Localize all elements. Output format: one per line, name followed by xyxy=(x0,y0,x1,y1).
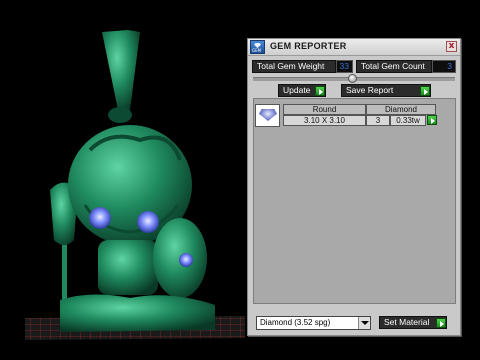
material-header: Diamond xyxy=(366,104,436,115)
gem-reporter-panel: GEM GEM REPORTER x Total Gem Weight 33 T… xyxy=(247,38,461,336)
green-arrow-icon xyxy=(420,86,430,96)
total-gem-count-value: 3 xyxy=(432,60,456,73)
green-arrow-icon xyxy=(436,318,446,328)
gem-app-icon: GEM xyxy=(250,40,265,54)
app-icon-caption: GEM xyxy=(252,48,262,53)
set-material-label: Set Material xyxy=(384,317,430,327)
save-report-button[interactable]: Save Report xyxy=(341,84,431,97)
material-dropdown[interactable]: Diamond (3.52 spg) xyxy=(256,316,371,330)
update-button[interactable]: Update xyxy=(278,84,326,97)
title-bar[interactable]: GEM GEM REPORTER x xyxy=(248,39,460,56)
gem-eye-right xyxy=(137,211,159,233)
total-gem-weight-value: 33 xyxy=(336,60,353,73)
panel-title: GEM REPORTER xyxy=(270,41,347,51)
gem-size: 3.10 X 3.10 xyxy=(283,115,366,126)
gem-count: 3 xyxy=(366,115,390,126)
slider-thumb[interactable] xyxy=(348,74,357,83)
update-label: Update xyxy=(283,85,311,95)
total-gem-count-label: Total Gem Count xyxy=(356,60,432,73)
shape-header: Round xyxy=(283,104,366,115)
gem-list[interactable]: Round Diamond 3.10 X 3.10 3 0.33tw xyxy=(253,98,456,304)
gem-shield xyxy=(179,253,193,267)
close-icon[interactable]: x xyxy=(446,41,457,52)
list-item[interactable]: Round Diamond 3.10 X 3.10 3 0.33tw xyxy=(255,103,440,129)
chevron-down-icon[interactable] xyxy=(358,317,370,329)
total-gem-weight-label: Total Gem Weight xyxy=(252,60,336,73)
set-material-button[interactable]: Set Material xyxy=(379,316,447,329)
green-arrow-icon[interactable] xyxy=(427,115,437,125)
save-report-label: Save Report xyxy=(346,85,394,95)
gem-weight: 0.33tw xyxy=(390,115,426,126)
green-arrow-icon xyxy=(315,86,325,96)
material-selected-value: Diamond (3.52 spg) xyxy=(260,318,331,327)
gem-eye-left xyxy=(89,207,111,229)
round-diamond-icon xyxy=(255,104,280,127)
